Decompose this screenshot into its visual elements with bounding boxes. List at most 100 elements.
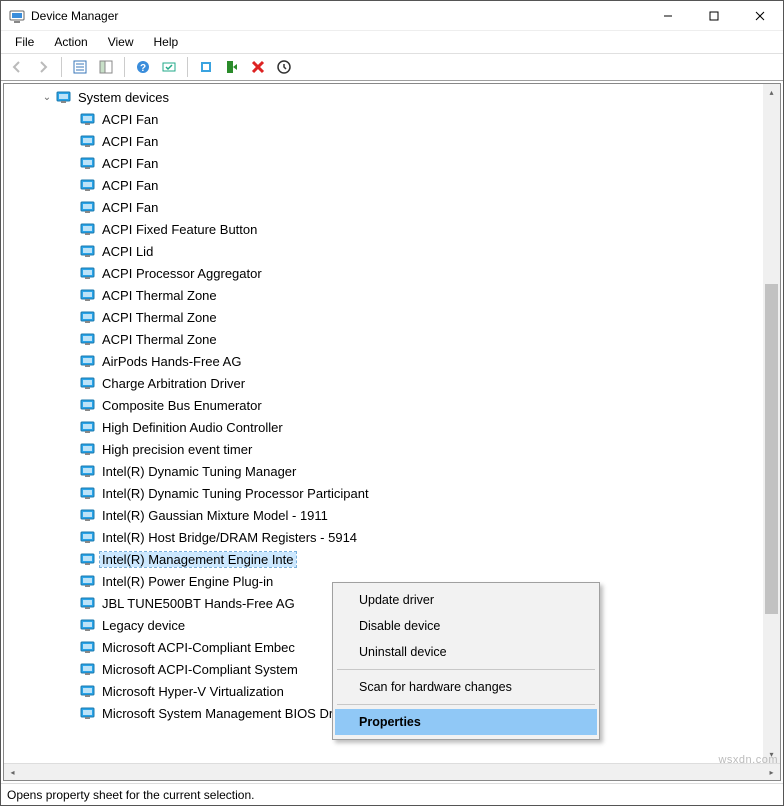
tree-item-label: ACPI Fan bbox=[100, 200, 160, 215]
tree-item[interactable]: ACPI Fan bbox=[4, 130, 780, 152]
tree-item-label: ACPI Thermal Zone bbox=[100, 288, 219, 303]
maximize-button[interactable] bbox=[691, 1, 737, 31]
show-hide-console-button[interactable] bbox=[94, 55, 118, 79]
tree-item-label: High precision event timer bbox=[100, 442, 254, 457]
context-disable-device[interactable]: Disable device bbox=[335, 613, 597, 639]
device-icon bbox=[80, 375, 96, 391]
device-icon bbox=[80, 705, 96, 721]
update-driver-button[interactable] bbox=[194, 55, 218, 79]
device-icon bbox=[80, 177, 96, 193]
close-button[interactable] bbox=[737, 1, 783, 31]
tree-item-label: AirPods Hands-Free AG bbox=[100, 354, 243, 369]
disable-device-button[interactable] bbox=[220, 55, 244, 79]
device-category-icon bbox=[56, 89, 72, 105]
device-icon bbox=[80, 111, 96, 127]
minimize-button[interactable] bbox=[645, 1, 691, 31]
tree-item[interactable]: Intel(R) Dynamic Tuning Processor Partic… bbox=[4, 482, 780, 504]
menu-view[interactable]: View bbox=[98, 33, 144, 51]
device-icon bbox=[80, 155, 96, 171]
context-properties[interactable]: Properties bbox=[335, 709, 597, 735]
device-icon bbox=[80, 353, 96, 369]
toolbar-separator bbox=[124, 57, 125, 77]
menubar: File Action View Help bbox=[1, 31, 783, 53]
context-menu: Update driver Disable device Uninstall d… bbox=[332, 582, 600, 740]
svg-text:?: ? bbox=[140, 63, 146, 74]
tree-item-label: ACPI Fan bbox=[100, 156, 160, 171]
expander-icon[interactable]: ⌄ bbox=[40, 92, 54, 103]
tree-item[interactable]: Intel(R) Dynamic Tuning Manager bbox=[4, 460, 780, 482]
device-icon bbox=[80, 617, 96, 633]
uninstall-device-button[interactable] bbox=[246, 55, 270, 79]
device-icon bbox=[80, 133, 96, 149]
tree-item[interactable]: ACPI Fixed Feature Button bbox=[4, 218, 780, 240]
device-icon bbox=[80, 529, 96, 545]
tree-item[interactable]: Intel(R) Host Bridge/DRAM Registers - 59… bbox=[4, 526, 780, 548]
scan-button[interactable] bbox=[157, 55, 181, 79]
context-uninstall-device[interactable]: Uninstall device bbox=[335, 639, 597, 665]
horizontal-scrollbar[interactable]: ◂ ▸ bbox=[4, 763, 780, 780]
tree-item-label: Legacy device bbox=[100, 618, 187, 633]
scroll-thumb[interactable] bbox=[765, 284, 778, 614]
tree-item-label: JBL TUNE500BT Hands-Free AG bbox=[100, 596, 297, 611]
tree-item[interactable]: Intel(R) Management Engine Inte bbox=[4, 548, 780, 570]
tree-item-label: Intel(R) Dynamic Tuning Manager bbox=[100, 464, 298, 479]
menu-action[interactable]: Action bbox=[44, 33, 97, 51]
device-icon bbox=[80, 221, 96, 237]
window-title: Device Manager bbox=[31, 9, 118, 23]
properties-toolbar-button[interactable] bbox=[68, 55, 92, 79]
tree-item-label: Intel(R) Host Bridge/DRAM Registers - 59… bbox=[100, 530, 359, 545]
tree-item[interactable]: ACPI Thermal Zone bbox=[4, 284, 780, 306]
tree-item-label: Intel(R) Dynamic Tuning Processor Partic… bbox=[100, 486, 371, 501]
tree-item[interactable]: ACPI Lid bbox=[4, 240, 780, 262]
scroll-up-icon[interactable]: ▴ bbox=[763, 84, 780, 101]
toolbar-separator bbox=[61, 57, 62, 77]
tree-item[interactable]: ACPI Thermal Zone bbox=[4, 306, 780, 328]
tree-item[interactable]: High Definition Audio Controller bbox=[4, 416, 780, 438]
tree-item[interactable]: High precision event timer bbox=[4, 438, 780, 460]
device-icon bbox=[80, 683, 96, 699]
tree-item[interactable]: Charge Arbitration Driver bbox=[4, 372, 780, 394]
context-scan-hardware[interactable]: Scan for hardware changes bbox=[335, 674, 597, 700]
tree-item[interactable]: ACPI Fan bbox=[4, 196, 780, 218]
app-icon bbox=[9, 8, 25, 24]
tree-item[interactable]: AirPods Hands-Free AG bbox=[4, 350, 780, 372]
tree-item[interactable]: Intel(R) Gaussian Mixture Model - 1911 bbox=[4, 504, 780, 526]
device-icon bbox=[80, 419, 96, 435]
tree-item-label: Intel(R) Gaussian Mixture Model - 1911 bbox=[100, 508, 330, 523]
device-icon bbox=[80, 639, 96, 655]
toolbar: ? bbox=[1, 53, 783, 81]
tree-item-label: Composite Bus Enumerator bbox=[100, 398, 264, 413]
statusbar-text: Opens property sheet for the current sel… bbox=[7, 788, 254, 802]
tree-item[interactable]: ACPI Fan bbox=[4, 152, 780, 174]
device-icon bbox=[80, 309, 96, 325]
tree-item[interactable]: ACPI Fan bbox=[4, 174, 780, 196]
tree-item-label: High Definition Audio Controller bbox=[100, 420, 285, 435]
tree-item[interactable]: ACPI Fan bbox=[4, 108, 780, 130]
tree-item[interactable]: Composite Bus Enumerator bbox=[4, 394, 780, 416]
device-icon bbox=[80, 265, 96, 281]
help-toolbar-button[interactable]: ? bbox=[131, 55, 155, 79]
context-separator bbox=[337, 669, 595, 670]
tree-item-label: ACPI Fan bbox=[100, 112, 160, 127]
tree-item-label: ACPI Lid bbox=[100, 244, 155, 259]
tree-item-label: Charge Arbitration Driver bbox=[100, 376, 247, 391]
scan-hardware-button[interactable] bbox=[272, 55, 296, 79]
back-button bbox=[5, 55, 29, 79]
menu-file[interactable]: File bbox=[5, 33, 44, 51]
menu-help[interactable]: Help bbox=[144, 33, 189, 51]
tree-item-label: Microsoft Hyper-V Virtualization bbox=[100, 684, 286, 699]
scroll-left-icon[interactable]: ◂ bbox=[4, 764, 21, 781]
forward-button bbox=[31, 55, 55, 79]
context-update-driver[interactable]: Update driver bbox=[335, 587, 597, 613]
tree-item[interactable]: ACPI Thermal Zone bbox=[4, 328, 780, 350]
tree-item[interactable]: ACPI Processor Aggregator bbox=[4, 262, 780, 284]
watermark: wsxdn.com bbox=[718, 754, 778, 766]
scroll-right-icon[interactable]: ▸ bbox=[763, 764, 780, 781]
vertical-scrollbar[interactable]: ▴ ▾ bbox=[763, 84, 780, 763]
toolbar-separator bbox=[187, 57, 188, 77]
tree-item-label: Intel(R) Management Engine Inte bbox=[100, 552, 296, 567]
tree-root-system-devices[interactable]: ⌄System devices bbox=[4, 86, 780, 108]
device-icon bbox=[80, 441, 96, 457]
device-icon bbox=[80, 463, 96, 479]
titlebar: Device Manager bbox=[1, 1, 783, 31]
